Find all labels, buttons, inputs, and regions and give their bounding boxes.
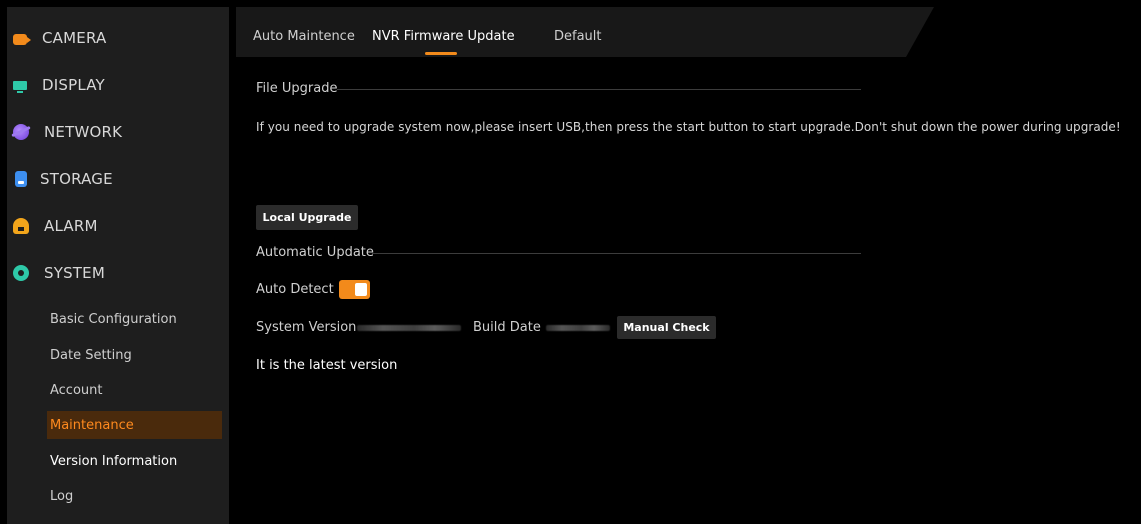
- alarm-icon: [13, 218, 29, 234]
- menu-item-label: NETWORK: [44, 123, 123, 141]
- active-tab-indicator: [425, 52, 457, 55]
- submenu-item-log[interactable]: Log: [47, 482, 222, 510]
- automatic-update-title: Automatic Update: [256, 245, 374, 260]
- menu-item-label: STORAGE: [40, 170, 113, 188]
- menu-item-alarm[interactable]: ALARM: [7, 203, 229, 249]
- menu-item-label: DISPLAY: [42, 76, 105, 94]
- menu-item-camera[interactable]: CAMERA: [7, 15, 229, 61]
- sidebar: CAMERA DISPLAY NETWORK STORAGE ALARM SYS…: [7, 7, 229, 524]
- menu-item-system[interactable]: SYSTEM: [7, 250, 229, 296]
- submenu-item-account[interactable]: Account: [47, 376, 222, 404]
- upgrade-instructions: If you need to upgrade system now,please…: [256, 120, 1121, 134]
- tab-nvr-firmware-update[interactable]: NVR Firmware Update: [372, 29, 515, 44]
- auto-detect-label: Auto Detect: [256, 282, 334, 297]
- menu-item-label: ALARM: [44, 217, 98, 235]
- file-upgrade-title: File Upgrade: [256, 81, 338, 96]
- menu-item-display[interactable]: DISPLAY: [7, 62, 229, 108]
- build-date-label: Build Date: [473, 320, 541, 335]
- menu-item-storage[interactable]: STORAGE: [7, 156, 229, 202]
- system-icon: [13, 265, 29, 281]
- tab-auto-maintence[interactable]: Auto Maintence: [253, 29, 355, 44]
- display-icon: [13, 80, 27, 93]
- update-status-text: It is the latest version: [256, 358, 398, 373]
- menu-item-network[interactable]: NETWORK: [7, 109, 229, 155]
- storage-icon: [15, 171, 27, 187]
- network-icon: [13, 124, 29, 140]
- tab-default[interactable]: Default: [554, 29, 602, 44]
- auto-detect-toggle[interactable]: [339, 280, 370, 299]
- menu-item-label: SYSTEM: [44, 264, 105, 282]
- submenu-item-maintenance[interactable]: Maintenance: [47, 411, 222, 439]
- section-divider: [337, 89, 861, 90]
- manual-check-button[interactable]: Manual Check: [617, 316, 716, 339]
- submenu-item-version-information[interactable]: Version Information: [47, 447, 222, 475]
- system-version-value-redacted: [357, 325, 461, 331]
- submenu-item-basic-configuration[interactable]: Basic Configuration: [47, 305, 222, 333]
- submenu-item-date-setting[interactable]: Date Setting: [47, 341, 222, 369]
- menu-item-label: CAMERA: [42, 29, 107, 47]
- toggle-knob: [355, 283, 367, 296]
- tab-bar: Auto Maintence NVR Firmware Update Defau…: [236, 7, 1141, 57]
- system-version-label: System Version: [256, 320, 357, 335]
- tab-bar-corner: [906, 7, 1141, 57]
- local-upgrade-button[interactable]: Local Upgrade: [256, 205, 358, 230]
- build-date-value-redacted: [546, 325, 610, 331]
- camera-icon: [13, 33, 31, 45]
- section-divider: [372, 253, 861, 254]
